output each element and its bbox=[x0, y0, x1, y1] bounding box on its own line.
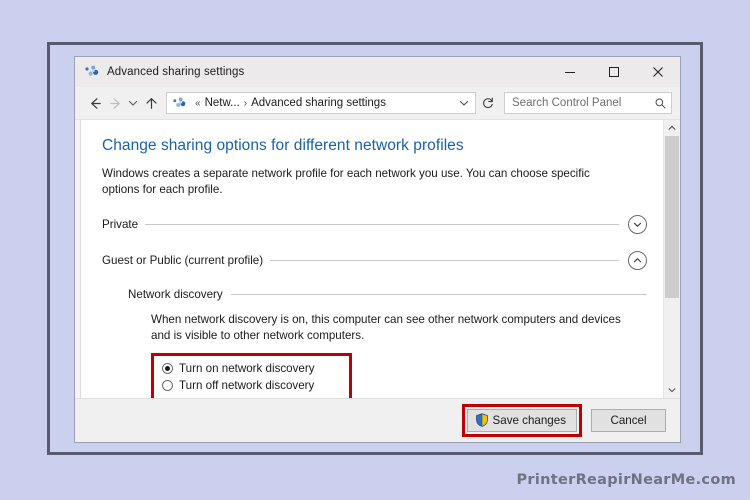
divider bbox=[145, 223, 619, 225]
window-body: Change sharing options for different net… bbox=[75, 119, 680, 398]
window-controls bbox=[548, 57, 680, 87]
window-title-bar: Advanced sharing settings bbox=[75, 57, 680, 87]
profile-row-private[interactable]: Private bbox=[102, 214, 647, 234]
scroll-up-arrow-icon[interactable] bbox=[664, 120, 680, 136]
breadcrumb-separator: « bbox=[195, 97, 201, 109]
scrollbar-track[interactable] bbox=[664, 136, 680, 382]
vertical-scrollbar[interactable] bbox=[663, 120, 680, 398]
section-row-network-discovery: Network discovery bbox=[102, 288, 647, 301]
cancel-button[interactable]: Cancel bbox=[591, 409, 666, 432]
save-changes-label: Save changes bbox=[492, 413, 566, 427]
breadcrumb-current[interactable]: Advanced sharing settings bbox=[251, 97, 386, 109]
page-title: Change sharing options for different net… bbox=[102, 137, 464, 154]
save-changes-button[interactable]: Save changes bbox=[466, 408, 577, 432]
profile-label-guest-or-public: Guest or Public (current profile) bbox=[102, 253, 264, 267]
cancel-label: Cancel bbox=[610, 414, 647, 427]
radio-button-unselected-icon[interactable] bbox=[162, 380, 173, 392]
divider bbox=[230, 293, 647, 295]
search-input[interactable]: Search Control Panel bbox=[504, 92, 672, 114]
scrollbar-thumb[interactable] bbox=[665, 136, 679, 299]
radio-button-selected-icon[interactable] bbox=[162, 363, 173, 375]
scroll-down-arrow-icon[interactable] bbox=[664, 382, 680, 398]
page-description: Windows creates a separate network profi… bbox=[102, 167, 590, 196]
window-title: Advanced sharing settings bbox=[107, 66, 245, 78]
recent-pages-chevron-down-icon[interactable] bbox=[125, 92, 141, 114]
breadcrumb-network[interactable]: Netw... bbox=[205, 97, 240, 109]
radio-label-turn-off: Turn off network discovery bbox=[179, 379, 315, 393]
profile-row-guest-or-public[interactable]: Guest or Public (current profile) bbox=[102, 250, 647, 270]
maximize-icon[interactable] bbox=[592, 57, 636, 87]
advanced-sharing-settings-window: Advanced sharing settings « Netw... › Ad… bbox=[74, 56, 681, 443]
refresh-icon[interactable] bbox=[477, 92, 499, 114]
navigation-bar: « Netw... › Advanced sharing settings Se… bbox=[75, 87, 680, 119]
radio-label-turn-on: Turn on network discovery bbox=[179, 362, 315, 376]
close-icon[interactable] bbox=[636, 57, 680, 87]
radio-turn-off-network-discovery[interactable]: Turn off network discovery bbox=[162, 378, 315, 394]
profile-label-private: Private bbox=[102, 217, 139, 231]
network-sharing-icon bbox=[84, 64, 100, 80]
uac-shield-icon bbox=[475, 413, 489, 428]
back-arrow-icon[interactable] bbox=[85, 92, 105, 114]
chevron-up-icon[interactable] bbox=[628, 250, 647, 270]
up-arrow-icon[interactable] bbox=[141, 92, 161, 114]
section-body-network-discovery: When network discovery is on, this compu… bbox=[102, 312, 647, 398]
search-placeholder: Search Control Panel bbox=[512, 97, 622, 109]
address-bar[interactable]: « Netw... › Advanced sharing settings bbox=[166, 92, 476, 114]
section-label-network-discovery: Network discovery bbox=[128, 287, 223, 301]
dialog-footer: Save changes Cancel bbox=[75, 398, 680, 442]
network-discovery-description: When network discovery is on, this compu… bbox=[151, 312, 621, 342]
save-changes-highlight: Save changes bbox=[461, 403, 582, 438]
settings-content: Change sharing options for different net… bbox=[81, 120, 663, 398]
breadcrumb-separator: › bbox=[243, 97, 248, 109]
search-icon[interactable] bbox=[654, 97, 667, 110]
address-bar-end bbox=[455, 93, 473, 113]
radio-turn-on-network-discovery[interactable]: Turn on network discovery bbox=[162, 361, 315, 377]
watermark: PrinterReapirNearMe.com bbox=[516, 472, 736, 488]
forward-arrow-icon bbox=[105, 92, 125, 114]
network-sharing-icon bbox=[172, 96, 187, 111]
minimize-icon[interactable] bbox=[548, 57, 592, 87]
network-discovery-radio-group-highlight: Turn on network discovery Turn off netwo… bbox=[151, 352, 352, 398]
chevron-down-icon[interactable] bbox=[628, 214, 647, 234]
divider bbox=[270, 259, 619, 261]
address-chevron-down-icon[interactable] bbox=[455, 93, 473, 113]
